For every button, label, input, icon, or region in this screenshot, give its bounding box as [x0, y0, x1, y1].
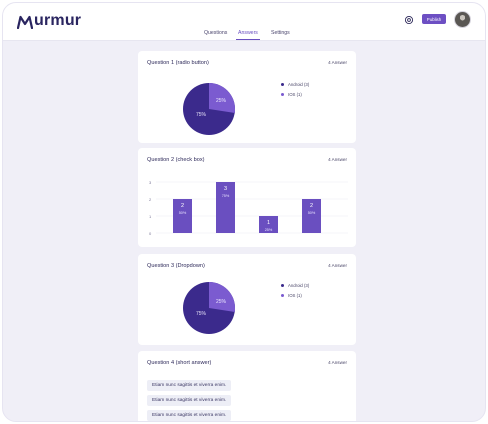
question-card-4: Question 4 (short answer) 4 Answer Etiam…	[138, 351, 356, 421]
bar-count-label: 2	[310, 203, 313, 209]
question-title: Question 4 (short answer)	[147, 360, 212, 366]
bar-count-label: 1	[267, 220, 270, 226]
question-title: Question 3 (Dropdown)	[147, 263, 205, 269]
answer-count: 4 Answer	[328, 60, 347, 65]
y-tick-label: 3	[149, 180, 152, 185]
pie-label-ios: 25%	[216, 299, 227, 305]
active-tab-indicator	[236, 39, 260, 40]
avatar[interactable]	[454, 11, 471, 28]
bar-percent-label: 50%	[308, 211, 316, 215]
bar-percent-label: 75%	[222, 194, 230, 198]
legend-label: Android (3)	[288, 283, 310, 288]
top-bar: urmur Publish Questions Answers Settings	[3, 3, 485, 41]
pie-label-ios: 25%	[216, 98, 227, 104]
logo-mark-icon	[17, 15, 33, 29]
bar-percent-label: 50%	[179, 211, 187, 215]
legend-dot	[281, 93, 284, 96]
question-card-2: Question 2 (check box) 4 Answer 3 2 1 0 …	[138, 148, 356, 247]
bar-chart: 3 2 1 0 2 50% 3 75% 1 25% 2 50%	[149, 180, 348, 236]
question-title: Question 1 (radio button)	[147, 60, 209, 66]
pie-chart-2: 75% 25%	[183, 282, 235, 334]
tab-bar: Questions Answers Settings	[3, 30, 485, 41]
question-card-3: Question 3 (Dropdown) 4 Answer 75% 25% A…	[138, 254, 356, 345]
y-tick-label: 2	[149, 197, 152, 202]
legend-item: IOS (1)	[281, 293, 309, 298]
legend-dot	[281, 284, 284, 287]
legend-item: Android (3)	[281, 283, 309, 288]
pie-legend-2: Android (3) IOS (1)	[281, 283, 309, 303]
legend-item: IOS (1)	[281, 92, 309, 97]
legend-item: Android (3)	[281, 82, 309, 87]
pie-chart-1: 75% 25%	[183, 83, 235, 135]
app-frame: urmur Publish Questions Answers Settings…	[2, 2, 486, 422]
pie-slice-ios	[209, 282, 235, 312]
short-answer: Etiam nunc sagittis et viverra enim.	[147, 410, 232, 421]
logo-text: urmur	[34, 12, 82, 29]
bar-count-label: 3	[224, 186, 227, 192]
publish-button[interactable]: Publish	[422, 14, 446, 24]
question-card-1: Question 1 (radio button) 4 Answer 75% 2…	[138, 51, 356, 143]
y-tick-label: 1	[149, 214, 152, 219]
tab-questions[interactable]: Questions	[204, 30, 227, 36]
y-tick-label: 0	[149, 231, 152, 236]
bar-percent-label: 25%	[265, 228, 273, 232]
legend-dot	[281, 83, 284, 86]
legend-label: Android (3)	[288, 82, 310, 87]
logo[interactable]: urmur	[17, 9, 81, 29]
question-title: Question 2 (check box)	[147, 157, 205, 163]
gear-icon[interactable]	[403, 13, 415, 25]
legend-label: IOS (1)	[288, 293, 302, 298]
pie-label-android: 75%	[196, 112, 207, 118]
answer-count: 4 Answer	[328, 157, 347, 162]
legend-label: IOS (1)	[288, 92, 302, 97]
bar-count-label: 2	[181, 203, 184, 209]
tab-answers[interactable]: Answers	[238, 30, 258, 36]
short-answer: Etiam nunc sagittis et viverra enim.	[147, 380, 232, 391]
tab-settings[interactable]: Settings	[271, 30, 290, 36]
pie-label-android: 75%	[196, 311, 207, 317]
short-answer: Etiam nunc sagittis et viverra enim.	[147, 395, 232, 406]
answer-count: 4 Answer	[328, 360, 347, 365]
legend-dot	[281, 294, 284, 297]
answer-count: 4 Answer	[328, 263, 347, 268]
pie-legend-1: Android (3) IOS (1)	[281, 82, 309, 102]
